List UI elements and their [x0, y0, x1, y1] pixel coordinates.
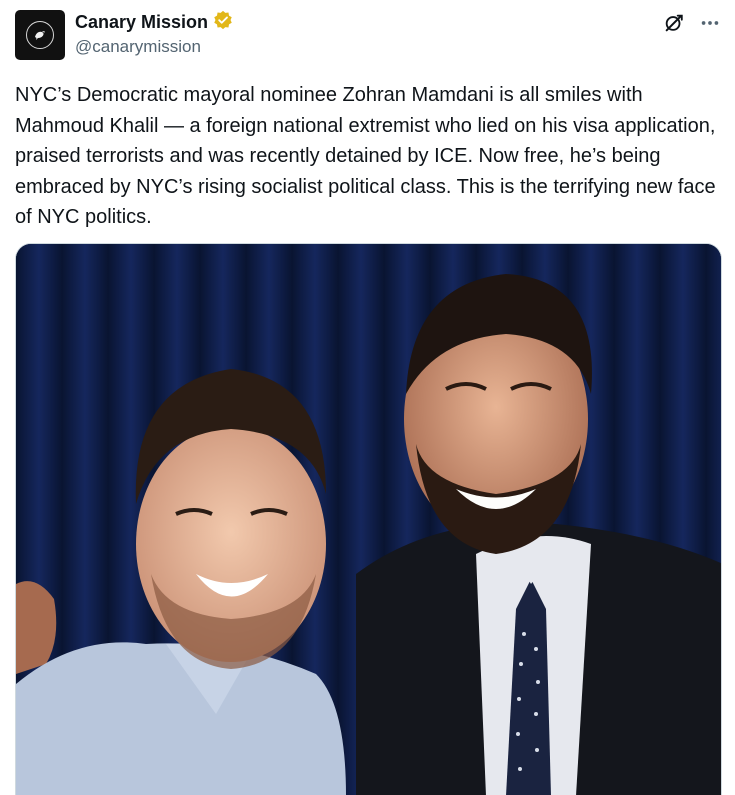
tweet-text: NYC’s Democratic mayoral nominee Zohran …: [15, 84, 727, 228]
author-handle[interactable]: @canarymission: [75, 37, 233, 57]
more-options-icon[interactable]: [697, 10, 723, 36]
author-avatar[interactable]: [15, 10, 65, 60]
tweet-photo[interactable]: [15, 243, 722, 795]
tweet-card: Canary Mission @canarymission NYC’s Demo…: [0, 0, 735, 795]
author-display-name[interactable]: Canary Mission: [75, 12, 208, 33]
author-info: Canary Mission @canarymission: [75, 10, 233, 57]
tweet-header-actions: [661, 10, 723, 36]
verified-badge-icon: [213, 10, 233, 35]
photo-two-men-smiling: [16, 244, 721, 795]
canary-logo-icon: [26, 21, 54, 49]
grok-icon[interactable]: [661, 10, 687, 36]
